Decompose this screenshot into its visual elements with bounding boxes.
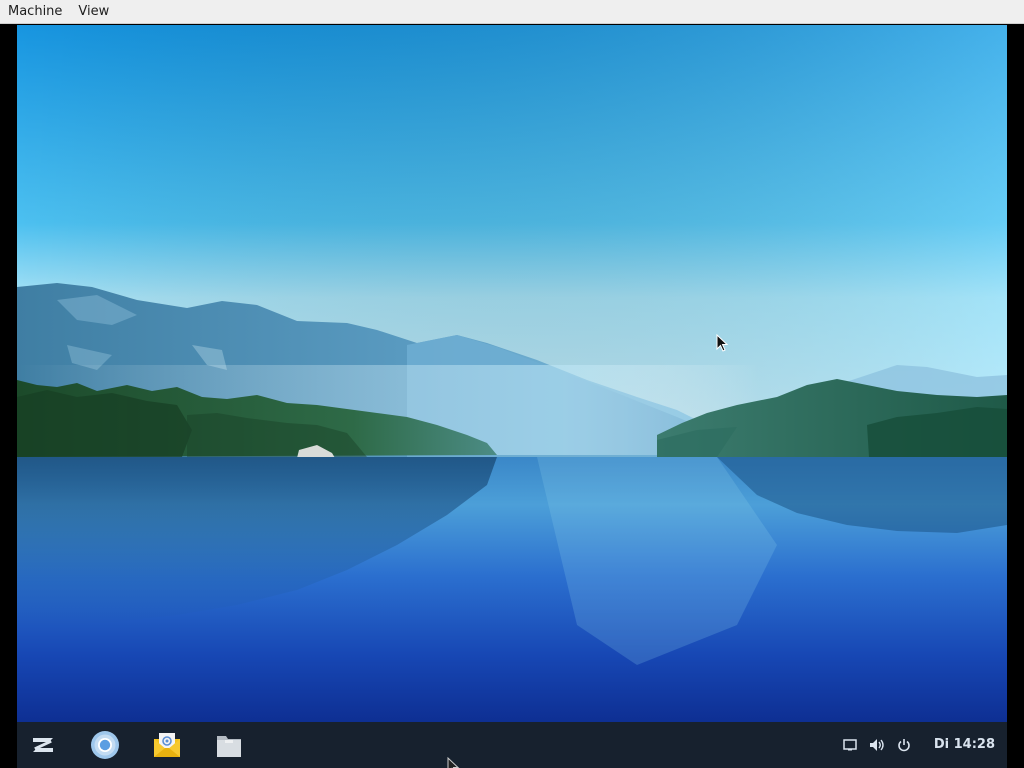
- mouse-cursor-icon: [716, 334, 729, 352]
- host-menubar: Machine View: [0, 0, 1024, 24]
- desktop-wallpaper[interactable]: [17, 25, 1007, 722]
- menu-machine[interactable]: Machine: [0, 0, 70, 24]
- system-tray: [842, 722, 912, 768]
- zorin-menu-icon[interactable]: [26, 728, 60, 762]
- files-folder-icon[interactable]: [212, 728, 246, 762]
- volume-icon[interactable]: [869, 737, 885, 753]
- taskbar: Di 14:28: [17, 722, 1007, 768]
- clock[interactable]: Di 14:28: [934, 722, 995, 768]
- power-icon[interactable]: [896, 737, 912, 753]
- menu-view[interactable]: View: [70, 0, 117, 24]
- secondary-cursor-icon: [447, 757, 460, 768]
- chromium-browser-icon[interactable]: [88, 728, 122, 762]
- guest-screen: Di 14:28: [17, 25, 1007, 768]
- notifications-icon[interactable]: [842, 737, 858, 753]
- mail-client-icon[interactable]: [150, 728, 184, 762]
